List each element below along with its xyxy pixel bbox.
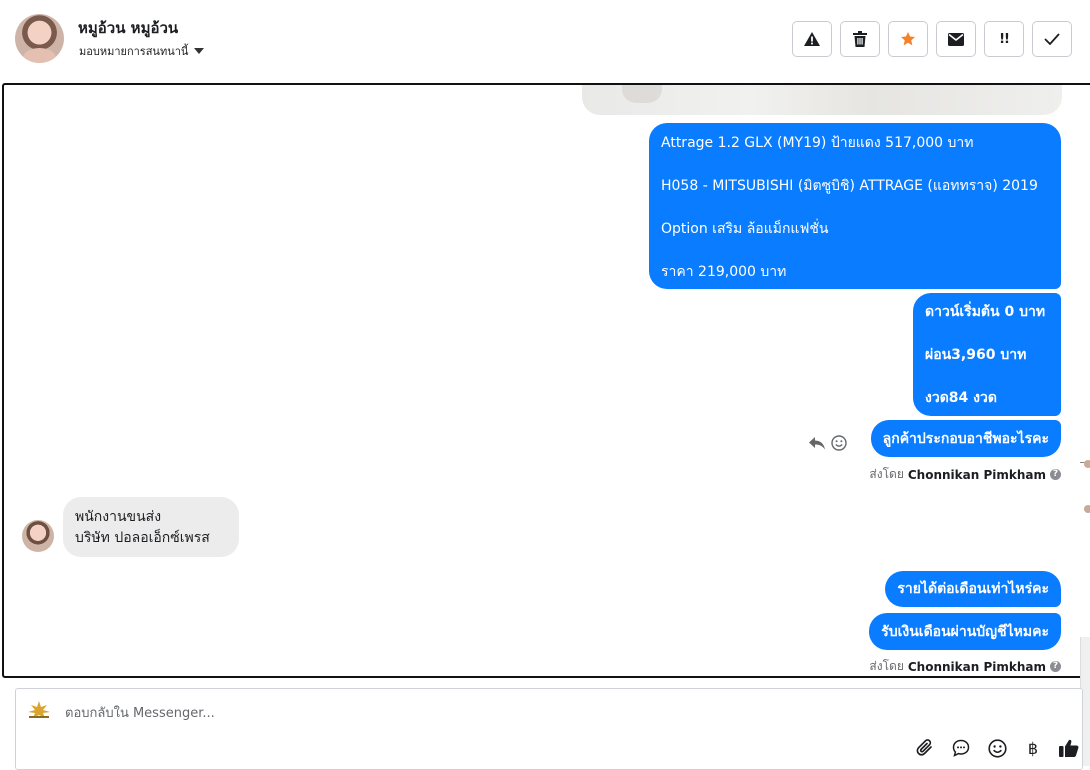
star-button[interactable] (888, 21, 928, 57)
caret-down-icon (194, 48, 205, 54)
assign-dropdown[interactable]: มอบหมายการสนทนานี้ (79, 42, 205, 60)
mail-button[interactable] (936, 21, 976, 57)
message-actions (809, 435, 847, 451)
paperclip-icon (916, 739, 932, 756)
outgoing-message[interactable]: รับเงินเดือนผ่านบัญชีไหมคะ (869, 613, 1061, 650)
delete-button[interactable] (840, 21, 880, 57)
outgoing-message[interactable]: รายได้ต่อเดือนเท่าไหร่คะ (885, 571, 1061, 607)
done-button[interactable] (1032, 21, 1072, 57)
message-line: ผ่อน3,960 บาท (925, 347, 1027, 363)
priority-button[interactable]: !! (984, 21, 1024, 57)
side-avatar[interactable] (1084, 460, 1090, 468)
sent-by-label: ส่งโดย Chonnikan Pimkham ? (869, 657, 1061, 676)
message-line: บริษัท ปอลอเอ็กซ์เพรส (75, 530, 210, 546)
incoming-message[interactable]: พนักงานขนส่ง บริษัท ปอลอเอ็กซ์เพรส (63, 497, 239, 557)
composer-toolbar: ฿ (914, 737, 1080, 759)
reply-composer: ฿ (15, 688, 1083, 770)
warning-button[interactable] (792, 21, 832, 57)
help-icon[interactable]: ? (1050, 661, 1061, 672)
message-line: Attrage 1.2 GLX (MY19) ป้ายแดง 517,000 บ… (661, 135, 974, 151)
customer-avatar[interactable] (22, 520, 54, 552)
outgoing-message[interactable]: ดาวน์เริ่มต้น 0 บาท ผ่อน3,960 บาท งวด84 … (913, 293, 1061, 416)
payment-button[interactable]: ฿ (1022, 737, 1044, 759)
conversation-header: หมูอ้วน หมูอ้วน มอบหมายการสนทนานี้ !! (0, 0, 1090, 84)
side-avatar[interactable] (1084, 505, 1090, 513)
react-smiley-icon[interactable] (831, 435, 847, 451)
message-thread[interactable]: Attrage 1.2 GLX (MY19) ป้ายแดง 517,000 บ… (2, 83, 1090, 678)
message-line: H058 - MITSUBISHI (มิตซูบิชิ) ATTRAGE (แ… (661, 178, 1038, 194)
like-button[interactable] (1058, 737, 1080, 759)
reply-icon[interactable] (809, 436, 825, 450)
page-logo-icon (28, 701, 50, 718)
outgoing-message[interactable]: Attrage 1.2 GLX (MY19) ป้ายแดง 517,000 บ… (649, 123, 1061, 289)
sent-by-label: ส่งโดย Chonnikan Pimkham ? (869, 465, 1061, 484)
reply-input[interactable] (63, 701, 963, 725)
baht-icon: ฿ (1027, 738, 1039, 758)
priority-icon: !! (999, 31, 1010, 47)
envelope-icon (948, 32, 964, 46)
contact-avatar[interactable] (15, 14, 64, 63)
star-icon (901, 32, 915, 46)
warning-icon (804, 32, 820, 46)
side-panel-edge (1082, 505, 1090, 515)
message-line: พนักงานขนส่ง (75, 509, 162, 525)
message-text: รายได้ต่อเดือนเท่าไหร่คะ (897, 581, 1049, 597)
contact-name[interactable]: หมูอ้วน หมูอ้วน (78, 16, 178, 40)
attach-button[interactable] (914, 737, 936, 759)
message-text: ลูกค้าประกอบอาชีพอะไรคะ (882, 430, 1049, 447)
saved-replies-button[interactable] (950, 737, 972, 759)
assign-label: มอบหมายการสนทนานี้ (79, 45, 189, 58)
chat-bubble-icon (952, 739, 970, 757)
sent-by-prefix: ส่งโดย (869, 467, 904, 481)
thumbs-up-icon (1059, 739, 1079, 757)
outgoing-message[interactable]: ลูกค้าประกอบอาชีพอะไรคะ (870, 420, 1061, 457)
emoji-button[interactable] (986, 737, 1008, 759)
message-text: รับเงินเดือนผ่านบัญชีไหมคะ (881, 623, 1049, 640)
message-line: Option เสริม ล้อแม็กแฟชั่น (661, 221, 829, 237)
trash-icon (853, 31, 867, 47)
agent-name[interactable]: Chonnikan Pimkham (908, 468, 1046, 482)
side-panel-edge (1080, 460, 1090, 486)
check-icon (1044, 33, 1060, 45)
smiley-icon (987, 738, 1007, 758)
agent-name[interactable]: Chonnikan Pimkham (908, 660, 1046, 674)
conversation-toolbar: !! (792, 21, 1072, 57)
message-line: ดาวน์เริ่มต้น 0 บาท (925, 304, 1046, 320)
sent-by-prefix: ส่งโดย (869, 659, 904, 673)
help-icon[interactable]: ? (1050, 469, 1061, 480)
image-attachment[interactable] (582, 85, 1062, 115)
